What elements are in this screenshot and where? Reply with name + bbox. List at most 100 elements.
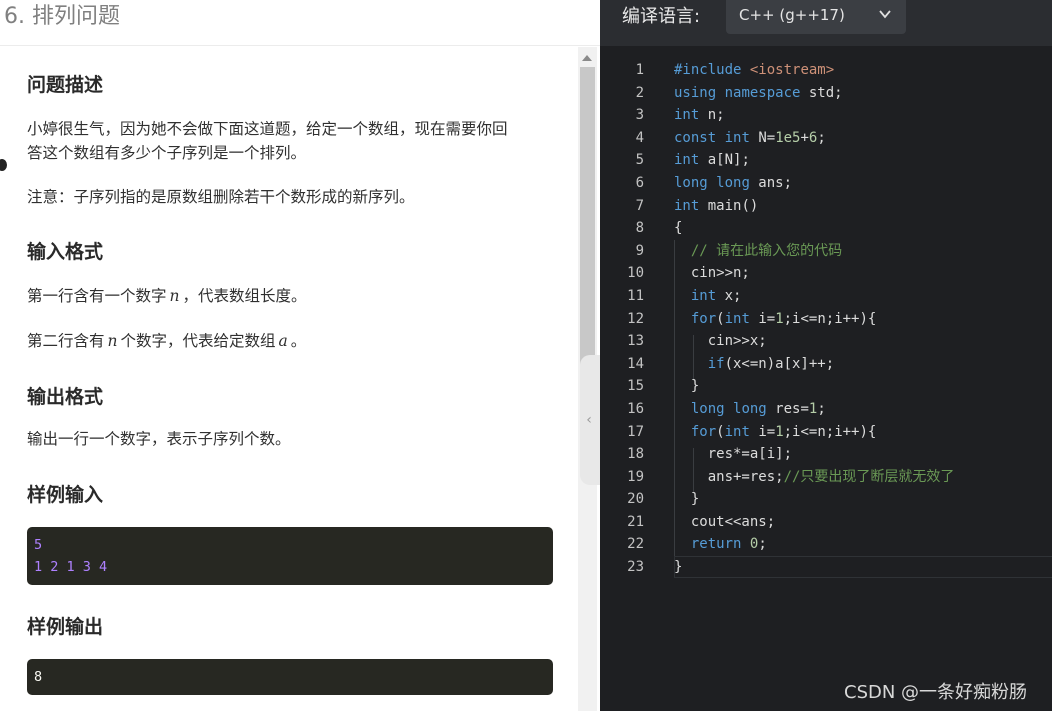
- line-number: 8: [635, 220, 644, 237]
- code-line[interactable]: const int N=1e5+6;: [674, 127, 1052, 150]
- code-line[interactable]: for(int i=1;i<=n;i++){: [674, 308, 1052, 331]
- scroll-up-arrow-icon[interactable]: [582, 55, 592, 61]
- input-line2-mid: 个数字，代表给定数组: [120, 332, 276, 350]
- chevron-left-icon[interactable]: ‹: [583, 410, 595, 430]
- line-number: 18: [627, 446, 644, 463]
- line-number: 12: [627, 310, 644, 327]
- line-number: 22: [627, 536, 644, 553]
- description-line-1: 小婷很生气，因为她不会做下面这道题，给定一个数组，现在需要你回: [27, 120, 508, 138]
- line-number: 17: [627, 423, 644, 440]
- code-keyword: long: [716, 174, 750, 191]
- code-line[interactable]: int n;: [674, 104, 1052, 127]
- code-keyword: int: [674, 197, 700, 214]
- code-token: {: [674, 220, 683, 237]
- line-number: 6: [635, 174, 644, 191]
- input-line1-post: ，代表数组长度。: [182, 287, 307, 305]
- code-keyword: for: [690, 310, 717, 327]
- code-keyword: int: [724, 129, 750, 146]
- math-var-n: n: [169, 287, 180, 305]
- code-comment: //只要出现了断层就无效了: [783, 468, 955, 485]
- code-keyword: int: [690, 287, 717, 304]
- code-keyword: return: [690, 536, 742, 553]
- code-token: ;: [758, 536, 767, 553]
- code-keyword: int: [674, 107, 700, 124]
- line-number: 19: [627, 468, 644, 485]
- code-keyword: long: [733, 400, 767, 417]
- code-line[interactable]: int x;: [674, 285, 1052, 308]
- code-line[interactable]: long long res=1;: [674, 398, 1052, 421]
- line-number-gutter: 1 2 3 4 5 6 7 8 9 10 11 12 13 14 15 16 1…: [600, 59, 644, 579]
- line-number: 9: [635, 242, 644, 259]
- code-line[interactable]: if(x<=n)a[x]++;: [674, 353, 1052, 376]
- code-token: ;i<=n;i++){: [783, 423, 877, 440]
- chevron-down-icon: [879, 10, 891, 19]
- code-text-area[interactable]: #include <iostream> using namespace std; i…: [674, 59, 1052, 579]
- sample-input-box[interactable]: 5 1 2 1 3 4: [27, 527, 553, 585]
- code-line[interactable]: long long ans;: [674, 172, 1052, 195]
- code-line[interactable]: cin>>x;: [674, 330, 1052, 353]
- code-token: res*=a[i];: [674, 446, 793, 463]
- code-line[interactable]: cout<<ans;: [674, 511, 1052, 534]
- input-format-line-2: 第二行含有 n 个数字，代表给定数组 a。: [27, 329, 306, 353]
- code-keyword: #include: [674, 62, 742, 78]
- sample-output-box[interactable]: 8: [27, 659, 553, 695]
- problem-content: 问题描述 小婷很生气，因为她不会做下面这道题，给定一个数组，现在需要你回 答这个…: [0, 47, 578, 711]
- code-keyword: long: [690, 400, 725, 417]
- code-token: ;i<=n;i++){: [783, 310, 877, 327]
- code-line[interactable]: int main(): [674, 195, 1052, 218]
- line-number: 13: [627, 333, 644, 350]
- code-line[interactable]: res*=a[i];: [674, 443, 1052, 466]
- code-line[interactable]: using namespace std;: [674, 82, 1052, 105]
- section-heading-output: 输出格式: [27, 386, 104, 408]
- code-line[interactable]: }: [674, 488, 1052, 511]
- line-number: 20: [627, 491, 644, 508]
- code-token: }: [674, 491, 700, 508]
- line-number: 16: [627, 400, 644, 417]
- code-line[interactable]: cin>>n;: [674, 262, 1052, 285]
- line-number: 14: [627, 355, 644, 372]
- code-line[interactable]: }: [674, 375, 1052, 398]
- code-line[interactable]: }: [674, 556, 1052, 579]
- language-select[interactable]: C++ (g++17): [726, 0, 906, 34]
- input-format-line-1: 第一行含有一个数字 n ，代表数组长度。: [27, 284, 307, 308]
- code-comment: // 请在此输入您的代码: [690, 242, 843, 259]
- code-line[interactable]: int a[N];: [674, 149, 1052, 172]
- line-number: 11: [627, 287, 644, 304]
- sample-input-line: 5: [34, 537, 43, 553]
- code-number: 1: [775, 310, 784, 327]
- code-line[interactable]: {: [674, 217, 1052, 240]
- code-line[interactable]: for(int i=1;i<=n;i++){: [674, 421, 1052, 444]
- problem-title-bar: 6. 排列问题: [0, 0, 600, 46]
- code-line[interactable]: #include <iostream>: [674, 59, 1052, 82]
- code-keyword: for: [690, 423, 717, 440]
- math-var-a: a: [278, 332, 288, 350]
- sample-input-line: 1 2 1 3 4: [34, 559, 108, 575]
- code-token: std;: [800, 84, 843, 101]
- code-line[interactable]: return 0;: [674, 533, 1052, 556]
- line-number: 23: [627, 559, 644, 576]
- code-token: x;: [716, 287, 742, 304]
- line-number: 7: [635, 197, 644, 214]
- output-format-text: 输出一行一个数字，表示子序列个数。: [27, 430, 291, 448]
- sample-output-line: 8: [34, 669, 43, 685]
- note-text: 注意：子序列指的是原数组删除若干个数形成的新序列。: [27, 188, 415, 206]
- code-line[interactable]: // 请在此输入您的代码: [674, 240, 1052, 263]
- code-token: cin>>x;: [674, 333, 767, 350]
- code-keyword: int: [724, 423, 750, 440]
- section-heading-sample-input: 样例输入: [27, 484, 104, 506]
- code-line[interactable]: ans+=res;//只要出现了断层就无效了: [674, 466, 1052, 489]
- section-heading-description: 问题描述: [27, 74, 104, 96]
- csdn-watermark: CSDN @一条好痴粉肠: [844, 682, 1028, 703]
- line-number: 15: [627, 378, 644, 395]
- line-number: 1: [635, 62, 644, 78]
- code-keyword: int: [674, 152, 700, 169]
- code-keyword: if: [707, 355, 725, 372]
- code-token: i=: [749, 310, 776, 327]
- code-string: <iostream>: [749, 62, 835, 78]
